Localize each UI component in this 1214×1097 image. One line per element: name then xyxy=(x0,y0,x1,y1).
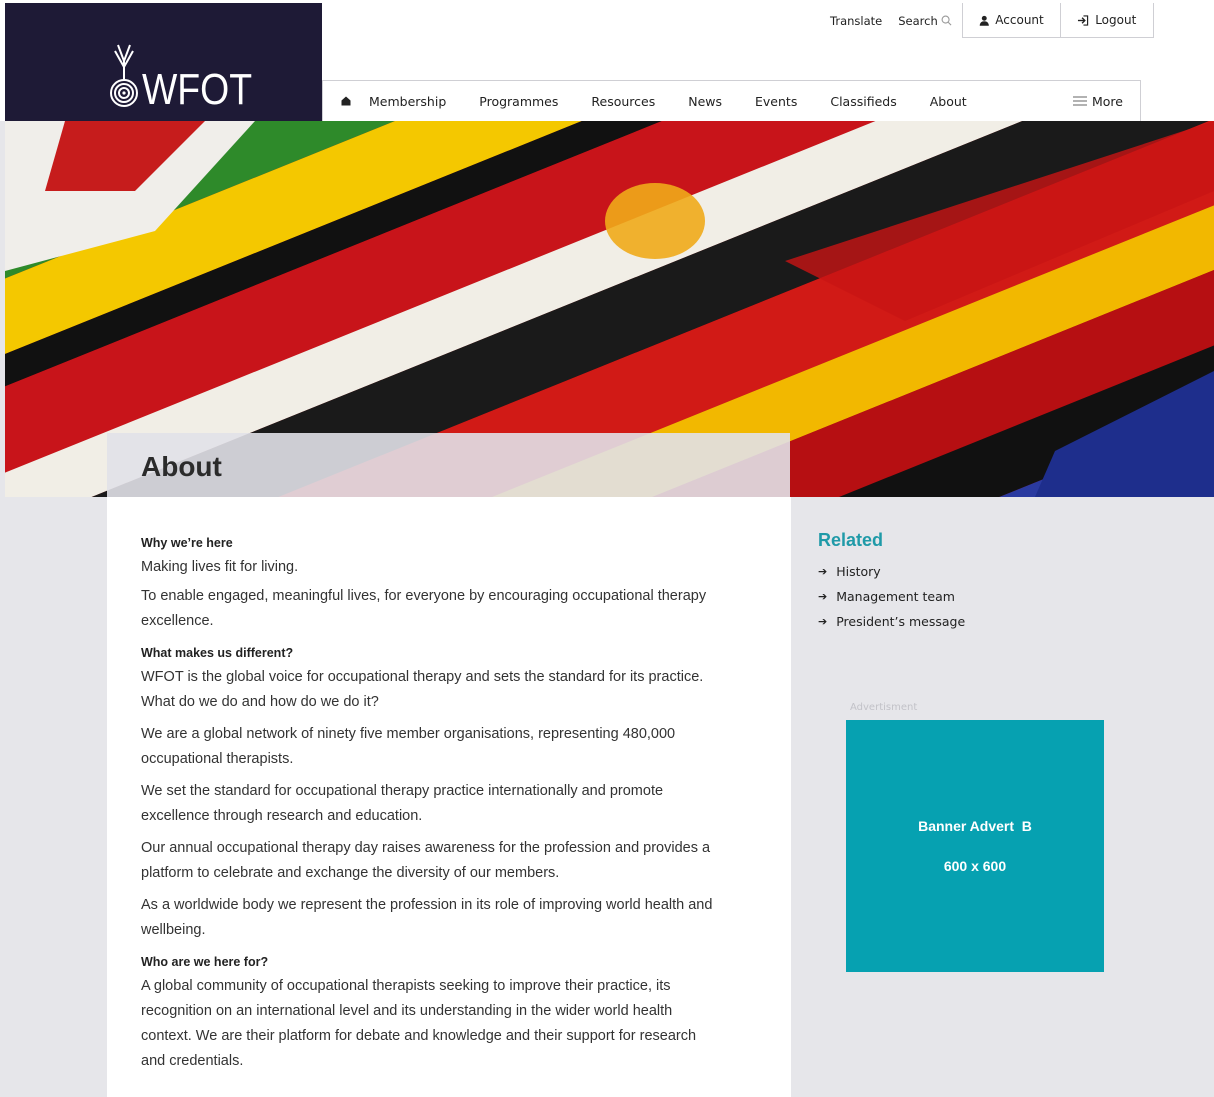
related-link-presidents-message[interactable]: ➔ President’s message xyxy=(818,609,1178,634)
related-list: ➔ History ➔ Management team ➔ President’… xyxy=(818,559,1178,634)
ad-label: Advertisment xyxy=(850,702,918,713)
related-link-label: President’s message xyxy=(836,614,966,629)
related-link-label: Management team xyxy=(836,589,955,604)
paragraph: WFOT is the global voice for occupationa… xyxy=(141,669,704,710)
logo-text: WFOT xyxy=(142,65,253,114)
nav-item-membership[interactable]: Membership xyxy=(369,94,446,109)
section-heading: Who are we here for? xyxy=(141,955,269,969)
title-panel: About xyxy=(107,433,790,497)
logout-label: Logout xyxy=(1095,13,1137,27)
wfot-logo-icon xyxy=(110,44,138,107)
user-icon xyxy=(979,15,989,26)
article: Why we’re here Making lives fit for livi… xyxy=(141,536,721,1081)
sidebar: Related ➔ History ➔ Management team ➔ Pr… xyxy=(818,530,1178,634)
paragraph: A global community of occupational thera… xyxy=(141,978,697,1069)
page-title: About xyxy=(141,451,222,482)
account-label: Account xyxy=(995,13,1044,27)
nav-more-label: More xyxy=(1092,93,1123,109)
search-label: Search xyxy=(898,13,938,28)
nav-more-button[interactable]: More xyxy=(1073,94,1123,109)
site-header: WFOT Translate Search Account Logout Mem… xyxy=(0,0,1214,121)
utility-bar: Translate Search Account Logout xyxy=(822,3,1154,38)
banner-advert[interactable]: Banner Advert B 600 x 600 xyxy=(846,720,1104,972)
translate-link[interactable]: Translate xyxy=(822,3,890,38)
paragraph: To enable engaged, meaningful lives, for… xyxy=(141,588,707,629)
paragraph: As a worldwide body we represent the pro… xyxy=(141,897,713,938)
nav-item-programmes[interactable]: Programmes xyxy=(479,94,558,109)
logout-icon xyxy=(1078,14,1089,26)
logout-button[interactable]: Logout xyxy=(1060,3,1154,38)
logo[interactable]: WFOT xyxy=(5,3,322,121)
search-icon xyxy=(941,15,952,26)
ad-line-1: Banner Advert B xyxy=(918,818,1032,834)
nav-item-news[interactable]: News xyxy=(688,94,722,109)
nav-item-about[interactable]: About xyxy=(930,94,967,109)
main-nav: Membership Programmes Resources News Eve… xyxy=(322,80,1141,121)
home-icon xyxy=(341,96,351,106)
nav-item-classifieds[interactable]: Classifieds xyxy=(830,94,896,109)
search-link[interactable]: Search xyxy=(890,3,962,38)
section-heading: Why we’re here xyxy=(141,536,233,550)
nav-item-events[interactable]: Events xyxy=(755,94,797,109)
nav-item-resources[interactable]: Resources xyxy=(591,94,655,109)
arrow-right-icon: ➔ xyxy=(818,615,828,628)
main-content: Why we’re here Making lives fit for livi… xyxy=(107,497,791,1097)
related-link-label: History xyxy=(836,564,881,579)
paragraph: Our annual occupational therapy day rais… xyxy=(141,840,711,881)
account-button[interactable]: Account xyxy=(961,3,1061,38)
menu-icon xyxy=(1073,96,1087,106)
ad-line-2: 600 x 600 xyxy=(943,858,1007,874)
arrow-right-icon: ➔ xyxy=(818,590,828,603)
related-link-history[interactable]: ➔ History xyxy=(818,559,1178,584)
arrow-right-icon: ➔ xyxy=(818,565,828,578)
section-heading: What makes us different? xyxy=(141,646,294,660)
related-link-management-team[interactable]: ➔ Management team xyxy=(818,584,1178,609)
paragraph: We are a global network of ninety five m… xyxy=(141,726,676,767)
nav-home[interactable] xyxy=(323,96,369,106)
paragraph: We set the standard for occupational the… xyxy=(141,783,664,824)
paragraph: Making lives fit for living. xyxy=(141,559,299,575)
related-title: Related xyxy=(818,530,884,550)
